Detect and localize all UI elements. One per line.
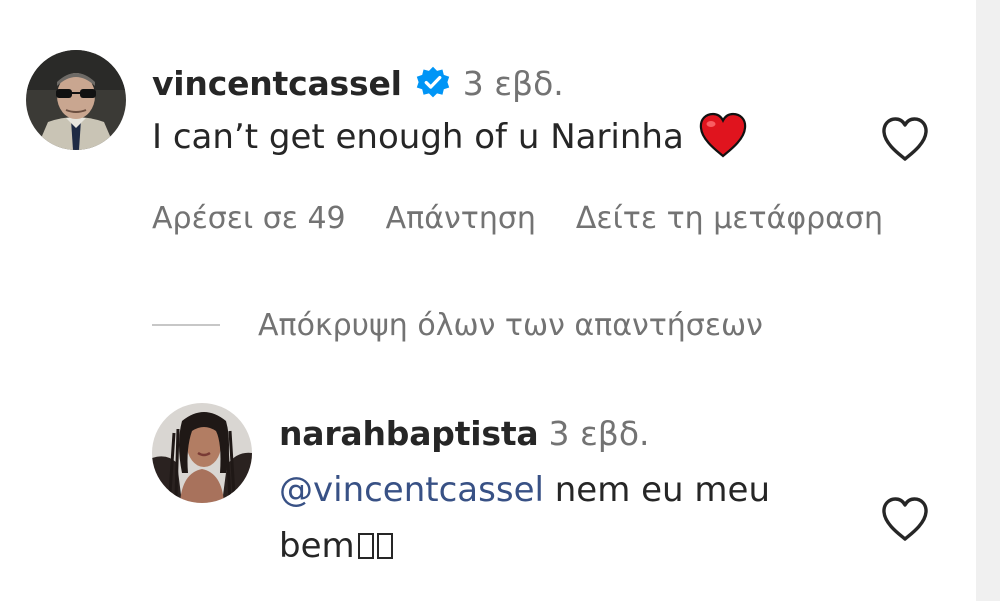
hide-replies-button[interactable]: Απόκρυψη όλων των απαντήσεων [152, 302, 763, 348]
main-comment-time[interactable]: 3 εβδ. [463, 64, 564, 103]
like-heart-icon[interactable] [878, 494, 932, 544]
reply-comment-username[interactable]: narahbaptista [279, 414, 539, 453]
reply-text-after-mention: nem eu meu [543, 470, 771, 510]
main-comment-actions: Αρέσει σε 49 Απάντηση Δείτε τη μετάφραση [152, 195, 883, 241]
avatar-narahbaptista[interactable] [152, 403, 252, 503]
likes-count-link[interactable]: Αρέσει σε 49 [152, 201, 346, 236]
reply-comment-text: @vincentcassel nem eu meu bem [279, 462, 859, 574]
reply-comment-time[interactable]: 3 εβδ. [548, 414, 649, 453]
main-comment-body: I can’t get enough of u Narinha [152, 117, 684, 157]
scrollbar-track[interactable] [976, 0, 1000, 601]
unrendered-emoji-icon [357, 533, 374, 559]
hide-replies-label: Απόκρυψη όλων των απαντήσεων [258, 307, 763, 343]
divider-line [152, 324, 220, 326]
mention-link[interactable]: @vincentcassel [279, 470, 544, 510]
reply-text-line2: bem [279, 526, 355, 566]
avatar-vincentcassel[interactable] [26, 50, 126, 150]
main-comment-header: vincentcassel 3 εβδ. [152, 60, 564, 106]
reply-comment-header: narahbaptista 3 εβδ. [279, 410, 650, 456]
verified-badge-icon [415, 65, 451, 101]
comment-thread: vincentcassel 3 εβδ. I can’t get enough … [0, 0, 1000, 601]
main-comment-text: I can’t get enough of u Narinha [152, 110, 748, 164]
red-heart-emoji [698, 112, 748, 158]
see-translation-link[interactable]: Δείτε τη μετάφραση [576, 201, 883, 236]
main-comment-username[interactable]: vincentcassel [152, 64, 402, 103]
reply-button[interactable]: Απάντηση [386, 201, 536, 236]
like-heart-icon[interactable] [878, 114, 932, 164]
unrendered-emoji-icon [376, 533, 393, 559]
